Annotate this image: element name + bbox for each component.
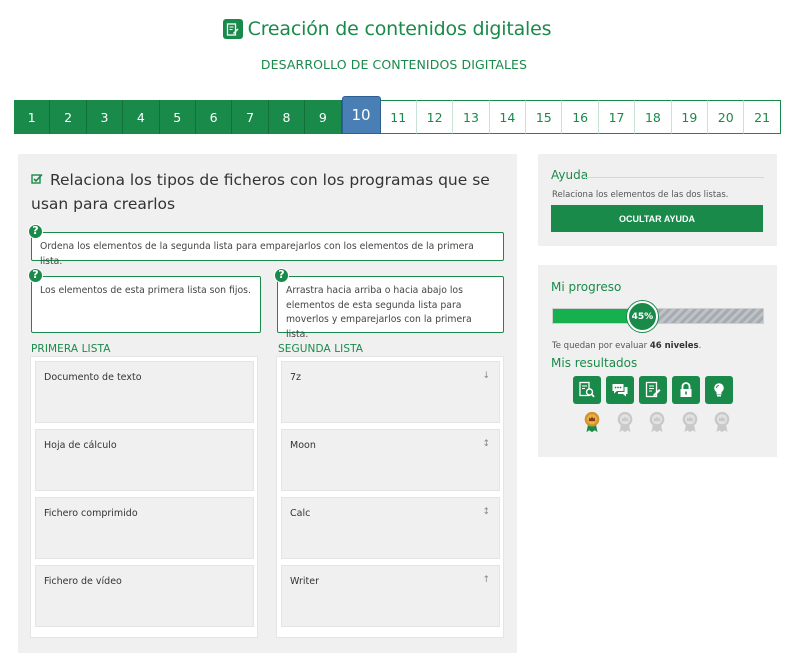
checkbox-edit-icon [31, 173, 43, 184]
remaining-suffix: . [698, 341, 702, 351]
page-21[interactable]: 21 [744, 100, 781, 134]
page-9[interactable]: 9 [305, 100, 342, 134]
progress-percent-badge: 45% [626, 301, 658, 332]
remaining-count: 46 niveles [649, 341, 699, 351]
progress-title: Mi progreso [551, 280, 622, 294]
second-list: 7z ↓ Moon ↕ Calc ↕ Writer ↑ [276, 356, 504, 638]
progress-fill [553, 309, 635, 323]
page-subtitle: DESARROLLO DE CONTENIDOS DIGITALES [260, 57, 528, 72]
result-icons [573, 376, 733, 404]
title-row: Creación de contenidos digitales [0, 18, 788, 40]
divider [584, 177, 764, 178]
page-20[interactable]: 20 [708, 100, 745, 134]
item-label: Moon [290, 440, 316, 451]
level-pager: 1 2 3 4 5 6 7 8 9 10 11 12 13 14 15 16 17 18 19 20 21 [14, 96, 781, 134]
first-list-item: Fichero comprimido [35, 497, 254, 559]
second-list-title: SEGUNDA LISTA [278, 343, 364, 355]
remaining-prefix: Te quedan por evaluar [552, 341, 650, 351]
draggable-list-item[interactable]: Moon ↕ [281, 429, 500, 491]
edit-document-icon[interactable] [639, 376, 667, 404]
arrow-up-down-icon: ↕ [482, 439, 490, 449]
first-list: Documento de texto Hoja de cálculo Fiche… [30, 356, 258, 638]
medal-earned-icon [584, 411, 600, 433]
draggable-list-item[interactable]: 7z ↓ [281, 361, 500, 423]
help-title: Ayuda [551, 168, 589, 182]
edit-document-icon [222, 19, 243, 39]
results-title: Mis resultados [551, 356, 638, 370]
lightbulb-icon[interactable] [705, 376, 733, 404]
page-5[interactable]: 5 [159, 100, 196, 134]
medal-locked-icon [714, 411, 730, 433]
hint-main-box: ? Ordena los elementos de la segunda lis… [28, 224, 504, 267]
arrow-up-icon: ↑ [482, 575, 490, 585]
page-4[interactable]: 4 [123, 100, 160, 134]
medal-locked-icon [682, 411, 697, 433]
page-11[interactable]: 11 [380, 100, 417, 134]
item-label: Fichero de vídeo [44, 576, 122, 587]
search-document-icon[interactable] [573, 376, 601, 404]
page-19[interactable]: 19 [671, 100, 709, 134]
hint-second-box: ? Arrastra hacia arriba o hacia abajo lo… [274, 268, 504, 340]
progress-panel: Mi progreso 45% Te quedan por evaluar 46… [538, 265, 777, 457]
exercise-panel: Relaciona los tipos de ficheros con los … [18, 154, 517, 653]
hint-first-text: Los elementos de esta primera lista son … [40, 285, 251, 296]
question-mark-icon: ? [28, 268, 43, 283]
help-description: Relaciona los elementos de las dos lista… [552, 190, 729, 200]
page-2[interactable]: 2 [50, 100, 87, 134]
page-title: Creación de contenidos digitales [247, 18, 552, 40]
page-1[interactable]: 1 [14, 100, 51, 134]
page-12[interactable]: 12 [416, 100, 454, 134]
page-6[interactable]: 6 [195, 100, 233, 134]
question-text: Relaciona los tipos de ficheros con los … [31, 171, 490, 213]
lock-icon[interactable] [672, 376, 700, 404]
item-label: Calc [290, 508, 311, 519]
medals-row [583, 411, 731, 433]
medal-locked-icon [617, 411, 632, 433]
hide-help-button[interactable]: OCULTAR AYUDA [551, 205, 763, 232]
page-14[interactable]: 14 [489, 100, 527, 134]
draggable-list-item[interactable]: Calc ↕ [281, 497, 500, 559]
page-15[interactable]: 15 [526, 100, 563, 134]
progress-remaining: Te quedan por evaluar 46 niveles. [552, 341, 701, 351]
draggable-list-item[interactable]: Writer ↑ [281, 565, 500, 627]
page-13[interactable]: 13 [453, 100, 490, 134]
hint-first-box: ? Los elementos de esta primera lista so… [28, 268, 261, 333]
medal-locked-icon [649, 411, 665, 433]
arrow-down-icon: ↓ [482, 371, 490, 381]
first-list-item: Documento de texto [35, 361, 254, 423]
item-label: Fichero comprimido [44, 508, 138, 519]
item-label: Documento de texto [44, 372, 142, 383]
page-7[interactable]: 7 [232, 100, 269, 134]
hint-second-text: Arrastra hacia arriba o hacia abajo los … [286, 285, 472, 340]
question-mark-icon: ? [274, 268, 289, 283]
help-panel: Ayuda Relaciona los elementos de las dos… [538, 154, 777, 246]
page-18[interactable]: 18 [635, 100, 672, 134]
first-list-title: PRIMERA LISTA [31, 343, 111, 355]
first-list-item: Fichero de vídeo [35, 565, 254, 627]
item-label: Hoja de cálculo [44, 440, 117, 451]
page-3[interactable]: 3 [86, 100, 124, 134]
item-label: Writer [290, 576, 319, 587]
item-label: 7z [290, 372, 302, 383]
arrow-up-down-icon: ↕ [482, 507, 490, 517]
question-title: Relaciona los tipos de ficheros con los … [31, 168, 501, 216]
question-mark-icon: ? [28, 224, 43, 239]
progress-bar [552, 308, 764, 324]
hint-main-text: Ordena los elementos de la segunda lista… [40, 241, 474, 267]
chat-icon[interactable] [606, 376, 634, 404]
page-10[interactable]: 10 [341, 96, 381, 134]
page-17[interactable]: 17 [598, 100, 636, 134]
page-16[interactable]: 16 [562, 100, 599, 134]
first-list-item: Hoja de cálculo [35, 429, 254, 491]
page-8[interactable]: 8 [268, 100, 306, 134]
